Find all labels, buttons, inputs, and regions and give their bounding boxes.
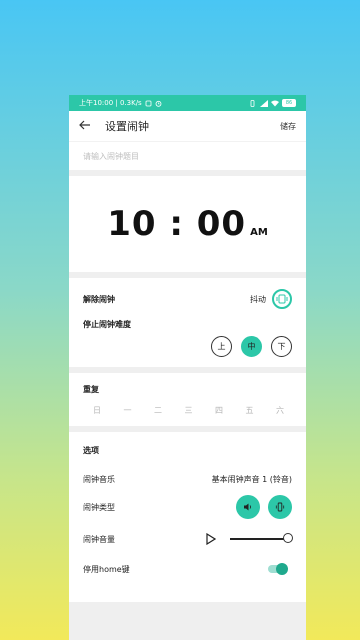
home-key-row: 停用home键 xyxy=(83,554,292,584)
app-header: 设置闹钟 储存 xyxy=(69,111,306,141)
music-row[interactable]: 闹钟音乐 基本闹钟声音 1 (铃音) xyxy=(83,468,292,490)
difficulty-easy-button[interactable]: 下 xyxy=(271,336,292,357)
difficulty-row: 停止闹钟难度 xyxy=(83,312,292,336)
music-label: 闹钟音乐 xyxy=(83,474,115,484)
dismiss-row: 解除闹钟 抖动 xyxy=(83,286,292,312)
play-icon[interactable] xyxy=(206,530,217,549)
music-value[interactable]: 基本闹钟声音 1 (铃音) xyxy=(212,474,292,485)
status-bar: 上午10:00 | 0.3K/s 86 xyxy=(69,95,306,111)
alarm-ampm: AM xyxy=(250,227,268,238)
options-header: 选项 xyxy=(83,432,292,468)
dismiss-mode-label: 抖动 xyxy=(250,294,266,304)
type-row: 闹钟类型 xyxy=(83,490,292,524)
phone-screen: 上午10:00 | 0.3K/s 86 设置闹钟 储存 请输入闹钟题目 10:… xyxy=(69,95,306,640)
alarm-time[interactable]: 10 : 00 xyxy=(107,204,246,244)
volume-controls xyxy=(206,530,293,549)
signal-icon xyxy=(260,99,268,107)
repeat-row: 重复 xyxy=(83,373,292,405)
day-sun[interactable]: 日 xyxy=(93,405,101,416)
options-card: 选项 闹钟音乐 基本闹钟声音 1 (铃音) 闹钟类型 闹钟音量 停用home键 xyxy=(69,432,306,602)
difficulty-hard-button[interactable]: 上 xyxy=(211,336,232,357)
home-key-toggle[interactable] xyxy=(268,563,288,575)
repeat-days: 日 一 二 三 四 五 六 xyxy=(83,405,292,426)
day-mon[interactable]: 一 xyxy=(124,405,132,416)
day-wed[interactable]: 三 xyxy=(185,405,193,416)
type-label: 闹钟类型 xyxy=(83,502,115,512)
time-display[interactable]: 10 : 00 AM xyxy=(69,176,306,272)
alarm-title-input[interactable]: 请输入闹钟题目 xyxy=(69,141,306,170)
difficulty-medium-button[interactable]: 中 xyxy=(241,336,262,357)
dismiss-card: 解除闹钟 抖动 停止闹钟难度 上 中 下 xyxy=(69,278,306,367)
home-key-label: 停用home键 xyxy=(83,564,130,574)
usb-icon xyxy=(145,100,152,107)
day-thu[interactable]: 四 xyxy=(215,405,223,416)
volume-row: 闹钟音量 xyxy=(83,524,293,554)
shake-icon[interactable] xyxy=(272,289,292,309)
repeat-card: 重复 日 一 二 三 四 五 六 xyxy=(69,373,306,426)
day-sat[interactable]: 六 xyxy=(276,405,284,416)
volume-label: 闹钟音量 xyxy=(83,534,115,544)
battery-icon: 86 xyxy=(282,99,296,107)
dismiss-label: 解除闹钟 xyxy=(83,294,115,304)
status-time: 上午10:00 | 0.3K/s xyxy=(79,99,142,107)
difficulty-options: 上 中 下 xyxy=(83,336,292,367)
volume-slider-knob[interactable] xyxy=(283,533,293,543)
speaker-icon[interactable] xyxy=(236,495,260,519)
day-fri[interactable]: 五 xyxy=(246,405,254,416)
save-button[interactable]: 储存 xyxy=(280,121,296,132)
home-key-toggle-knob[interactable] xyxy=(276,563,288,575)
day-tue[interactable]: 二 xyxy=(154,405,162,416)
repeat-label: 重复 xyxy=(83,384,99,394)
dismiss-mode[interactable]: 抖动 xyxy=(250,289,292,309)
alarm-icon xyxy=(155,100,162,107)
vibrate-icon[interactable] xyxy=(268,495,292,519)
options-label: 选项 xyxy=(83,445,99,455)
page-title: 设置闹钟 xyxy=(105,120,149,133)
back-arrow-icon[interactable] xyxy=(79,119,97,134)
difficulty-label: 停止闹钟难度 xyxy=(83,319,131,329)
wifi-icon xyxy=(271,100,279,107)
type-options xyxy=(236,495,292,519)
volume-slider[interactable] xyxy=(230,533,293,543)
vibrate-status-icon xyxy=(249,99,256,107)
